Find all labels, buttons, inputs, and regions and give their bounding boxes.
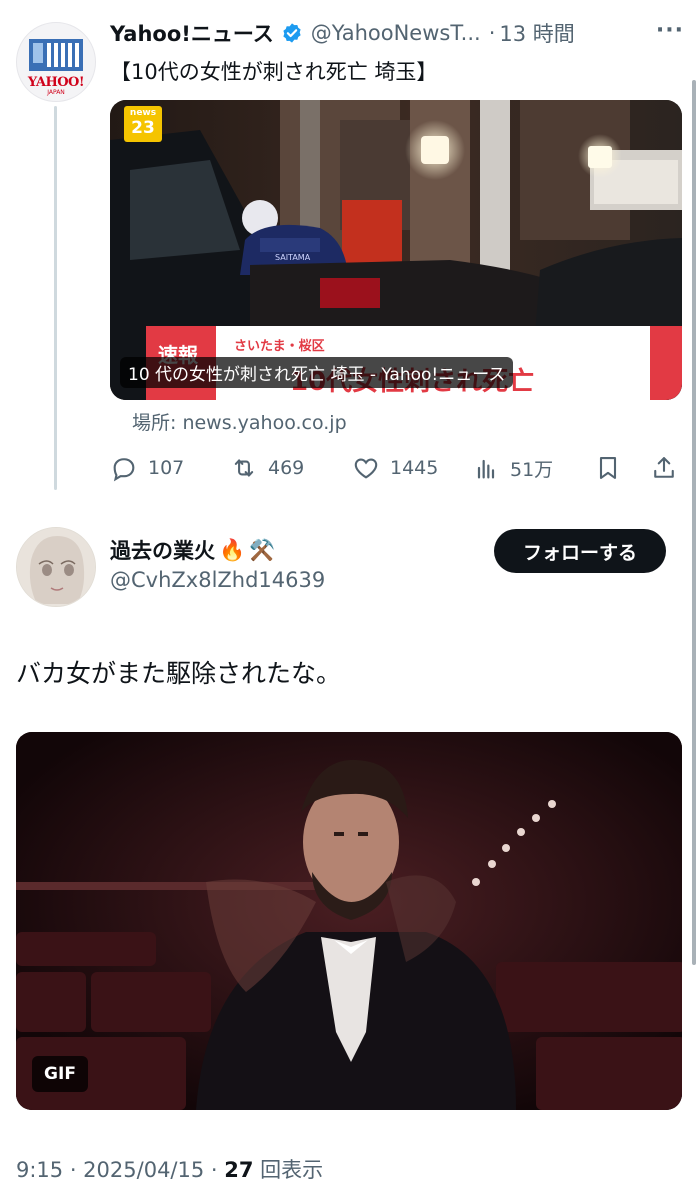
hammer-pick-emoji-icon: ⚒️ <box>249 537 276 562</box>
repost-icon <box>234 459 254 477</box>
gif-media[interactable]: GIF <box>16 732 682 1110</box>
more-options-icon[interactable]: ··· <box>656 18 684 43</box>
fire-emoji-icon: 🔥 <box>219 537 246 562</box>
repost-count: 469 <box>268 457 305 479</box>
share-icon <box>654 457 674 478</box>
yahoo-news-avatar[interactable]: YAHOO! JAPAN <box>16 22 96 102</box>
reply-author-name[interactable]: 過去の業火 🔥 ⚒️ <box>110 535 275 565</box>
anime-face-avatar <box>17 528 95 606</box>
officer-vest-text: SAITAMA <box>275 253 311 262</box>
reply-author-handle[interactable]: @CvhZx8lZhd14639 <box>110 568 325 592</box>
views-button[interactable]: 51万 <box>472 448 553 488</box>
account-name[interactable]: Yahoo!ニュース <box>110 18 274 48</box>
gif-frame-conductor <box>16 732 682 1110</box>
scrollbar[interactable] <box>692 80 696 965</box>
display-name: 過去の業火 <box>110 539 215 563</box>
link-source[interactable]: 場所: news.yahoo.co.jp <box>132 408 347 435</box>
reply-count: 107 <box>148 457 185 479</box>
like-button[interactable]: 1445 <box>352 448 438 488</box>
verified-badge-icon <box>283 23 301 43</box>
quoted-tweet-header: Yahoo!ニュース @YahooNewsT... · 13 時間 ··· <box>110 18 690 48</box>
action-bar: 107 469 1445 51万 <box>110 448 686 488</box>
user-avatar[interactable] <box>16 527 96 607</box>
repost-button[interactable]: 469 <box>230 448 304 488</box>
card-title-overlay: 10 代の女性が刺され死亡 埼玉 - Yahoo!ニュース <box>120 357 514 388</box>
time-separator: · <box>488 21 496 45</box>
bookmark-button[interactable] <box>594 448 632 488</box>
news23-logo: news 23 <box>124 106 162 142</box>
reply-button[interactable]: 107 <box>110 448 184 488</box>
reply-text: バカ女がまた駆除されたな。 <box>16 659 342 688</box>
like-count: 1445 <box>390 457 439 479</box>
thread-connector-line <box>54 106 57 490</box>
account-handle[interactable]: @YahooNewsT... <box>311 21 481 45</box>
follow-button[interactable]: フォローする <box>494 529 666 573</box>
share-button[interactable] <box>650 448 688 488</box>
reply-icon <box>113 458 135 482</box>
view-count: 51万 <box>510 458 554 481</box>
analytics-icon <box>477 459 495 479</box>
yahoo-logo-text: YAHOO! <box>27 75 85 90</box>
post-metadata: 9:15 · 2025/04/15 · 27 回表示 <box>16 1154 323 1184</box>
post-time[interactable]: 13 時間 <box>499 18 574 48</box>
gif-badge: GIF <box>32 1056 88 1092</box>
news23-logo-top: news <box>129 108 157 118</box>
yahoo-logo-subtext: JAPAN <box>47 89 65 96</box>
link-preview-card[interactable]: SAITAMA 速報 さいたま・桜区 10代女性刺され死亡 news 23 10… <box>110 100 682 400</box>
news23-logo-number: 23 <box>131 118 155 138</box>
bookmark-icon <box>599 457 617 479</box>
heart-icon <box>354 458 378 479</box>
post-timestamp[interactable]: 9:15 · 2025/04/15 · <box>16 1158 224 1182</box>
view-count-number: 27 <box>224 1158 254 1182</box>
news-photo: SAITAMA 速報 さいたま・桜区 10代女性刺され死亡 <box>110 100 682 400</box>
view-count-label: 回表示 <box>253 1158 324 1182</box>
quoted-tweet-text: 【10代の女性が刺され死亡 埼玉】 <box>110 60 438 84</box>
lower-third-location: さいたま・桜区 <box>234 338 325 354</box>
